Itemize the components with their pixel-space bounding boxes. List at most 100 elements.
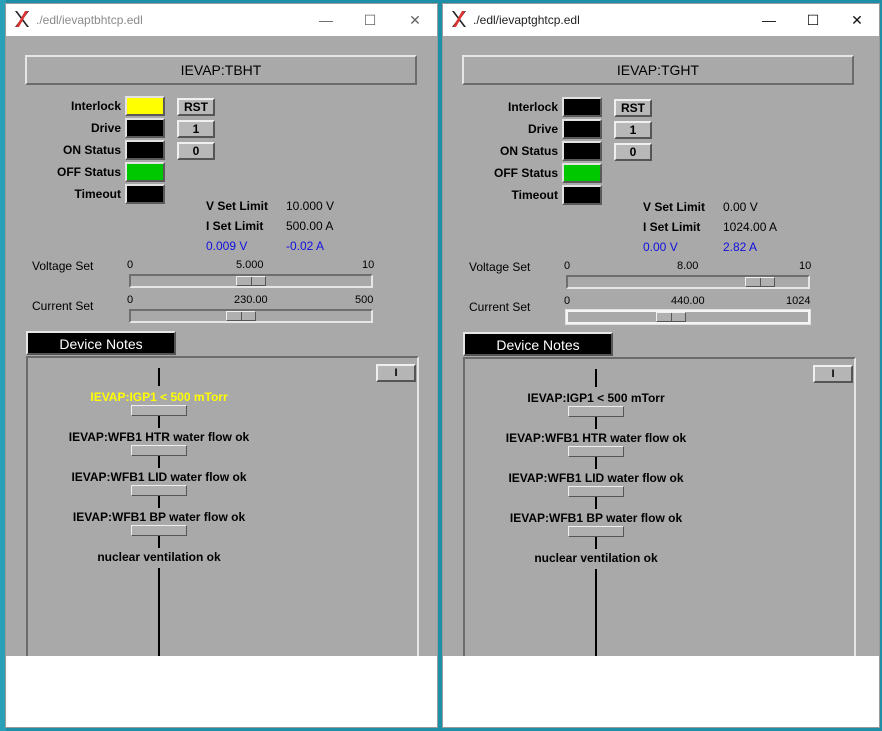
- current-min-tick: 0: [127, 294, 134, 306]
- v-set-limit-label: V Set Limit: [643, 200, 706, 214]
- drive-indicator: [125, 118, 165, 138]
- edm-display: IEVAP:TBHT Interlock Drive ON Status OFF…: [6, 36, 437, 656]
- chain-line: [595, 537, 597, 549]
- v-set-limit-value: 10.000 V: [286, 199, 335, 213]
- interlock-panel-button[interactable]: I: [813, 365, 853, 383]
- voltage-set-slider[interactable]: [566, 275, 810, 289]
- i-set-limit-label: I Set Limit: [206, 219, 264, 233]
- interlock-htr: IEVAP:WFB1 HTR water flow ok: [68, 430, 250, 444]
- current-readback: -0.02 A: [286, 239, 325, 253]
- off-status-label: OFF Status: [493, 166, 558, 180]
- interlock-ventilation: nuclear ventilation ok: [534, 551, 658, 565]
- maximize-button[interactable]: ☐: [800, 10, 826, 30]
- off-status-indicator: [125, 162, 165, 182]
- chain-line: [595, 497, 597, 509]
- voltage-min-tick: 0: [564, 260, 571, 272]
- current-max-tick: 500: [355, 294, 374, 306]
- chain-line: [158, 496, 160, 508]
- drive-on-button[interactable]: 1: [177, 120, 215, 138]
- interlock-bar: [568, 406, 624, 417]
- on-status-indicator: [562, 141, 602, 161]
- current-set-label: Current Set: [469, 300, 531, 314]
- voltage-slider-thumb[interactable]: [236, 276, 266, 286]
- drive-off-button[interactable]: 0: [614, 143, 652, 161]
- drive-indicator: [562, 119, 602, 139]
- title-bar[interactable]: ./edl/ievaptghtcp.edl — ☐ ✕: [443, 4, 879, 36]
- v-set-limit-label: V Set Limit: [206, 199, 269, 213]
- window-blank-area: [6, 656, 437, 727]
- interlock-htr: IEVAP:WFB1 HTR water flow ok: [505, 431, 687, 445]
- drive-label: Drive: [90, 121, 121, 135]
- chain-line: [158, 536, 160, 548]
- on-status-label: ON Status: [62, 143, 121, 157]
- current-slider-thumb[interactable]: [226, 311, 257, 321]
- window-tght: ./edl/ievaptghtcp.edl — ☐ ✕ IEVAP:TGHT I…: [442, 3, 880, 728]
- current-slider-thumb[interactable]: [656, 312, 687, 322]
- interlock-bar: [568, 446, 624, 457]
- chain-line: [595, 369, 597, 387]
- interlock-igp1: IEVAP:IGP1 < 500 mTorr: [90, 390, 228, 404]
- chain-line: [158, 568, 160, 656]
- current-set-slider[interactable]: [129, 309, 373, 323]
- voltage-readback: 0.00 V: [643, 240, 678, 254]
- x-app-icon: [452, 11, 466, 27]
- interlock-indicator: [125, 96, 165, 116]
- voltage-set-slider[interactable]: [129, 274, 373, 288]
- on-status-indicator: [125, 140, 165, 160]
- edm-display: IEVAP:TGHT Interlock Drive ON Status OFF…: [443, 36, 879, 656]
- interlock-bar: [568, 486, 624, 497]
- interlock-ventilation: nuclear ventilation ok: [97, 550, 221, 564]
- device-notes-button[interactable]: Device Notes: [463, 332, 613, 356]
- rst-button[interactable]: RST: [614, 99, 652, 117]
- interlock-bar: [131, 485, 187, 496]
- voltage-readback: 0.009 V: [206, 239, 248, 253]
- voltage-value-tick: 8.00: [677, 260, 699, 272]
- device-title: IEVAP:TBHT: [25, 55, 417, 85]
- drive-off-button[interactable]: 0: [177, 142, 215, 160]
- drive-on-button[interactable]: 1: [614, 121, 652, 139]
- i-set-limit-value: 1024.00 A: [723, 220, 778, 234]
- interlock-indicator: [562, 97, 602, 117]
- interlock-panel-button[interactable]: I: [376, 364, 416, 382]
- interlock-lid: IEVAP:WFB1 LID water flow ok: [508, 471, 684, 485]
- title-bar[interactable]: ./edl/ievaptbhtcp.edl — ☐ ✕: [6, 4, 437, 36]
- current-readback: 2.82 A: [723, 240, 758, 254]
- maximize-button[interactable]: ☐: [357, 10, 383, 30]
- voltage-value-tick: 5.000: [236, 259, 264, 271]
- voltage-min-tick: 0: [127, 259, 134, 271]
- window-title: ./edl/ievaptghtcp.edl: [473, 13, 580, 27]
- interlock-lid: IEVAP:WFB1 LID water flow ok: [71, 470, 247, 484]
- close-button[interactable]: ✕: [402, 10, 428, 30]
- interlock-bar: [568, 526, 624, 537]
- current-value-tick: 230.00: [234, 294, 268, 306]
- minimize-button[interactable]: —: [313, 10, 339, 30]
- on-status-label: ON Status: [499, 144, 558, 158]
- chain-line: [158, 456, 160, 468]
- current-max-tick: 1024: [786, 295, 811, 307]
- rst-button[interactable]: RST: [177, 98, 215, 116]
- i-set-limit-value: 500.00 A: [286, 219, 334, 233]
- interlock-bp: IEVAP:WFB1 BP water flow ok: [509, 511, 683, 525]
- drive-label: Drive: [527, 122, 558, 136]
- window-tbht: ./edl/ievaptbhtcp.edl — ☐ ✕ IEVAP:TBHT I…: [5, 3, 438, 728]
- current-set-slider[interactable]: [565, 309, 811, 325]
- interlock-label: Interlock: [70, 99, 121, 113]
- voltage-set-label: Voltage Set: [32, 259, 94, 273]
- interlock-bar: [131, 525, 187, 536]
- device-notes-button[interactable]: Device Notes: [26, 331, 176, 355]
- voltage-set-label: Voltage Set: [469, 260, 531, 274]
- interlock-bar: [131, 405, 187, 416]
- chain-line: [158, 368, 160, 386]
- interlock-bar: [131, 445, 187, 456]
- chain-line: [595, 417, 597, 429]
- minimize-button[interactable]: —: [756, 10, 782, 30]
- chain-line: [595, 457, 597, 469]
- interlock-igp1: IEVAP:IGP1 < 500 mTorr: [527, 391, 665, 405]
- close-button[interactable]: ✕: [844, 10, 870, 30]
- current-min-tick: 0: [564, 295, 571, 307]
- x-app-icon: [15, 11, 29, 27]
- voltage-slider-thumb[interactable]: [745, 277, 775, 287]
- timeout-indicator: [562, 185, 602, 205]
- i-set-limit-label: I Set Limit: [643, 220, 701, 234]
- chain-line: [158, 416, 160, 428]
